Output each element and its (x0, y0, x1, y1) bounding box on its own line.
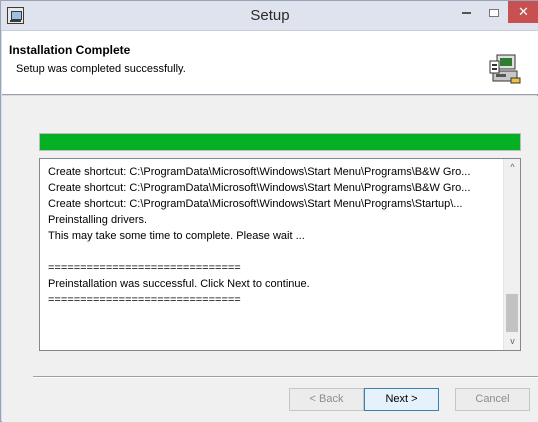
scroll-thumb[interactable] (506, 294, 518, 332)
maximize-button[interactable] (481, 1, 507, 23)
progress-fill (40, 134, 520, 150)
footer-separator (33, 376, 538, 378)
scroll-down-icon[interactable]: v (504, 333, 520, 350)
log-line: Create shortcut: C:\ProgramData\Microsof… (48, 198, 463, 210)
installer-computer-icon (489, 54, 521, 84)
log-lines: Create shortcut: C:\ProgramData\Microsof… (48, 164, 496, 308)
close-icon: ✕ (518, 4, 529, 19)
log-line: Preinstalling drivers. (48, 214, 148, 226)
log-line: Create shortcut: C:\ProgramData\Microsof… (48, 182, 471, 194)
maximize-icon (489, 9, 499, 18)
log-line: ============================== (48, 262, 241, 274)
cancel-button[interactable]: Cancel (455, 388, 530, 411)
wizard-header: Installation Complete Setup was complete… (2, 31, 538, 95)
log-scrollbar[interactable]: ^ v (503, 159, 520, 350)
progress-bar (39, 133, 521, 151)
log-line: Preinstallation was successful. Click Ne… (48, 278, 310, 290)
log-line: ============================== (48, 294, 241, 306)
close-button[interactable]: ✕ (508, 1, 538, 23)
back-button[interactable]: < Back (289, 388, 364, 411)
log-line: Create shortcut: C:\ProgramData\Microsof… (48, 166, 471, 178)
setup-window: Setup ✕ Installation Complete Setup was … (0, 0, 538, 422)
title-bar[interactable]: Setup ✕ (1, 1, 538, 31)
details-log[interactable]: Create shortcut: C:\ProgramData\Microsof… (39, 158, 521, 351)
next-button[interactable]: Next > (364, 388, 439, 411)
minimize-button[interactable] (452, 1, 480, 23)
minimize-icon (461, 12, 471, 15)
wizard-body: Create shortcut: C:\ProgramData\Microsof… (2, 96, 538, 422)
page-title: Installation Complete (9, 43, 131, 57)
page-subtitle: Setup was completed successfully. (16, 63, 186, 75)
scroll-up-icon[interactable]: ^ (504, 159, 520, 176)
log-line: This may take some time to complete. Ple… (48, 230, 305, 242)
